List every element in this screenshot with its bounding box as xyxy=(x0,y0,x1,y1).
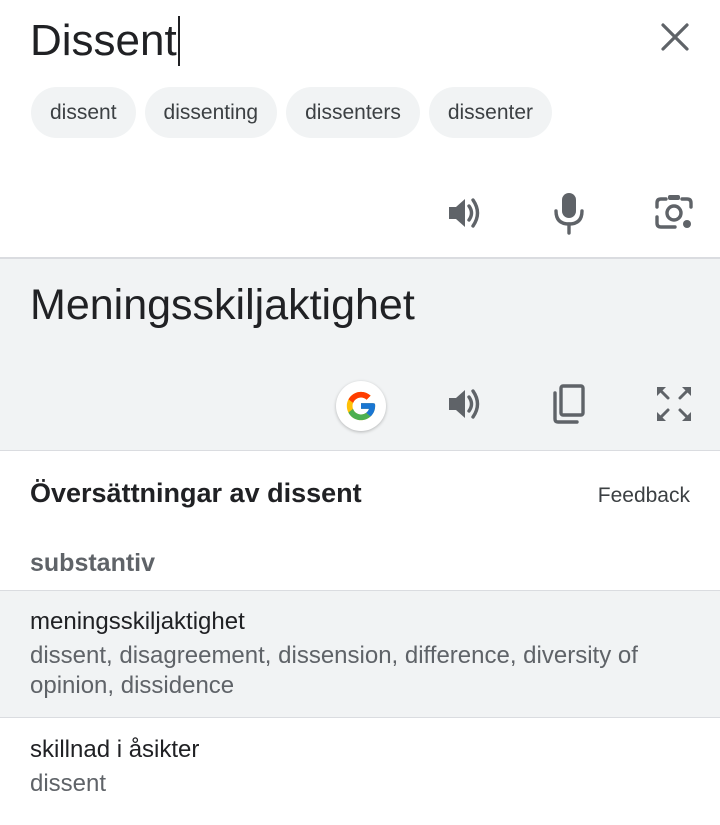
suggestion-chip[interactable]: dissent xyxy=(31,87,136,138)
translations-section: Översättningar av dissent Feedback subst… xyxy=(0,451,720,825)
volume-icon xyxy=(449,198,480,228)
translation-text: Meningsskiljaktighet xyxy=(30,281,415,329)
source-text: Dissent xyxy=(30,16,177,65)
source-panel: Dissent dissent dissenting dissenters di… xyxy=(0,0,720,258)
suggestion-chip[interactable]: dissenters xyxy=(286,87,420,138)
clear-input-button[interactable] xyxy=(654,16,696,58)
copy-button[interactable] xyxy=(543,378,595,430)
fullscreen-icon xyxy=(657,387,691,421)
entry-word: meningsskiljaktighet xyxy=(30,608,245,635)
feedback-link[interactable]: Feedback xyxy=(598,484,690,508)
voice-input-button[interactable] xyxy=(543,187,595,239)
camera-translate-button[interactable] xyxy=(648,187,700,239)
fullscreen-button[interactable] xyxy=(648,378,700,430)
volume-icon xyxy=(449,389,480,419)
suggestion-chip[interactable]: dissenting xyxy=(144,87,278,138)
entry-synonyms: dissent xyxy=(30,770,107,797)
close-icon xyxy=(661,23,689,51)
suggestion-chip[interactable]: dissenter xyxy=(428,87,553,138)
translation-entry[interactable]: skillnad i åsikter dissent xyxy=(0,718,720,818)
entry-word: skillnad i åsikter xyxy=(30,736,200,763)
part-of-speech-label: substantiv xyxy=(30,549,156,577)
translation-panel: Meningsskiljaktighet xyxy=(0,259,720,450)
google-button[interactable] xyxy=(336,381,386,431)
google-logo-icon xyxy=(346,391,376,421)
copy-icon xyxy=(553,384,585,424)
text-caret xyxy=(177,16,180,66)
camera-lens-icon xyxy=(655,195,693,229)
microphone-icon xyxy=(554,193,584,235)
translation-listen-button[interactable] xyxy=(438,378,490,430)
translations-heading: Översättningar av dissent xyxy=(30,478,362,508)
source-input[interactable]: Dissent xyxy=(30,14,180,68)
suggestion-chips: dissent dissenting dissenters dissenter xyxy=(31,87,553,138)
source-listen-button[interactable] xyxy=(438,187,490,239)
translation-entry[interactable]: meningsskiljaktighet dissent, disagreeme… xyxy=(0,590,720,718)
entry-synonyms: dissent, disagreement, dissension, diffe… xyxy=(30,642,638,699)
